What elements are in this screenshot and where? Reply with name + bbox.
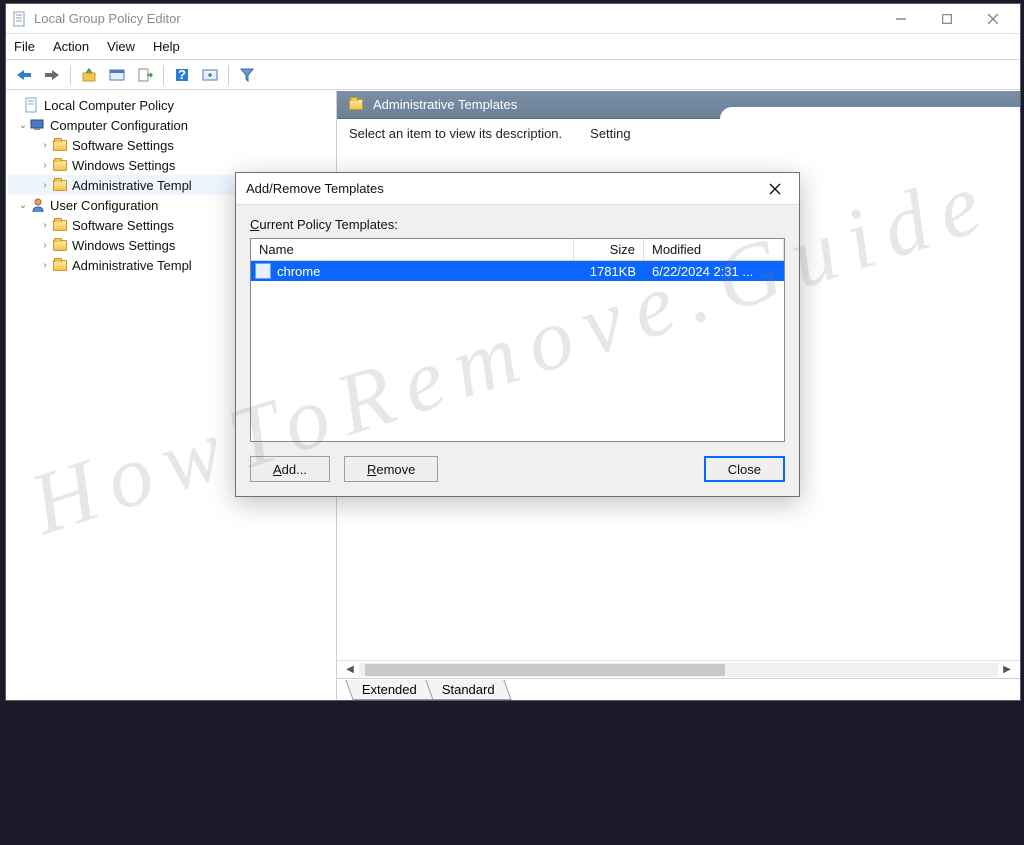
tree-label: Windows Settings — [72, 158, 175, 173]
column-modified[interactable]: Modified — [644, 239, 784, 260]
tree-label: Software Settings — [72, 138, 174, 153]
forward-button[interactable] — [40, 63, 64, 87]
app-icon — [12, 11, 28, 27]
menu-action[interactable]: Action — [53, 39, 89, 54]
toolbar-separator — [228, 65, 229, 85]
folder-icon — [52, 137, 68, 153]
close-icon — [769, 183, 781, 195]
current-templates-label: Current Policy Templates: — [250, 217, 785, 232]
expand-icon[interactable]: › — [38, 240, 52, 251]
cell-modified: 6/22/2024 2:31 ... — [644, 264, 784, 279]
maximize-button[interactable] — [924, 4, 970, 34]
export-button[interactable] — [133, 63, 157, 87]
dialog-titlebar: Add/Remove Templates — [236, 173, 799, 205]
add-remove-templates-dialog: Add/Remove Templates Current Policy Temp… — [235, 172, 800, 497]
tree-computer-config[interactable]: ⌄ Computer Configuration — [8, 115, 334, 135]
titlebar: Local Group Policy Editor — [6, 4, 1020, 34]
user-icon — [30, 197, 46, 213]
menu-view[interactable]: View — [107, 39, 135, 54]
dialog-title: Add/Remove Templates — [246, 181, 761, 196]
pane-description-row: Select an item to view its description. … — [337, 119, 1020, 147]
tree-label: Computer Configuration — [50, 118, 188, 133]
toolbar: ? — [6, 60, 1020, 90]
expand-icon[interactable]: ⌄ — [16, 120, 30, 131]
list-item[interactable]: chrome 1781KB 6/22/2024 2:31 ... — [251, 261, 784, 281]
policy-icon — [24, 97, 40, 113]
window-title: Local Group Policy Editor — [34, 11, 878, 26]
column-setting[interactable]: Setting — [590, 126, 630, 141]
dialog-body: Current Policy Templates: Name Size Modi… — [236, 205, 799, 496]
menubar: File Action View Help — [6, 34, 1020, 60]
expand-icon[interactable]: › — [38, 140, 52, 151]
tree-label: Local Computer Policy — [44, 98, 174, 113]
scroll-thumb[interactable] — [365, 664, 725, 676]
folder-icon — [52, 257, 68, 273]
minimize-button[interactable] — [878, 4, 924, 34]
cell-size: 1781KB — [574, 264, 644, 279]
column-size[interactable]: Size — [574, 239, 644, 260]
dialog-button-row: Add... Remove Close — [250, 456, 785, 482]
menu-file[interactable]: File — [14, 39, 35, 54]
menu-help[interactable]: Help — [153, 39, 180, 54]
pane-description: Select an item to view its description. — [349, 126, 562, 141]
folder-icon — [52, 177, 68, 193]
back-button[interactable] — [12, 63, 36, 87]
tree-label: Administrative Templ — [72, 258, 192, 273]
help-button[interactable]: ? — [170, 63, 194, 87]
folder-icon — [52, 217, 68, 233]
tree-comp-software[interactable]: › Software Settings — [8, 135, 334, 155]
toolbar-separator — [70, 65, 71, 85]
options-button[interactable] — [198, 63, 222, 87]
filter-button[interactable] — [235, 63, 259, 87]
horizontal-scrollbar[interactable]: ◀ ▶ — [337, 660, 1020, 678]
pane-header: Administrative Templates — [337, 91, 1020, 119]
column-name[interactable]: Name — [251, 239, 574, 260]
toolbar-separator — [163, 65, 164, 85]
tab-extended[interactable]: Extended — [345, 680, 433, 700]
properties-button[interactable] — [105, 63, 129, 87]
expand-icon[interactable]: › — [38, 220, 52, 231]
expand-icon[interactable]: ⌄ — [16, 200, 30, 211]
scroll-left-icon[interactable]: ◀ — [341, 664, 359, 675]
cell-name: chrome — [275, 264, 574, 279]
expand-icon[interactable]: › — [38, 180, 52, 191]
tree-label: Software Settings — [72, 218, 174, 233]
folder-icon — [52, 157, 68, 173]
up-button[interactable] — [77, 63, 101, 87]
tree-label: User Configuration — [50, 198, 158, 213]
pane-tabs: Extended Standard — [337, 678, 1020, 700]
dialog-close-button[interactable] — [761, 175, 789, 203]
file-icon — [255, 263, 271, 279]
tree-label: Windows Settings — [72, 238, 175, 253]
scroll-right-icon[interactable]: ▶ — [998, 664, 1016, 675]
scroll-track[interactable] — [359, 663, 998, 677]
tree-label: Administrative Templ — [72, 178, 192, 193]
templates-listbox[interactable]: Name Size Modified chrome 1781KB 6/22/20… — [250, 238, 785, 442]
expand-icon[interactable]: › — [38, 260, 52, 271]
computer-icon — [30, 117, 46, 133]
svg-text:?: ? — [178, 67, 186, 82]
tab-standard[interactable]: Standard — [425, 680, 511, 700]
add-button[interactable]: Add... — [250, 456, 330, 482]
folder-icon — [52, 237, 68, 253]
list-header: Name Size Modified — [251, 239, 784, 261]
close-dialog-button[interactable]: Close — [704, 456, 785, 482]
remove-button[interactable]: Remove — [344, 456, 438, 482]
close-button[interactable] — [970, 4, 1016, 34]
folder-icon — [349, 98, 365, 112]
expand-icon[interactable]: › — [38, 160, 52, 171]
tree-root[interactable]: Local Computer Policy — [8, 95, 334, 115]
pane-title: Administrative Templates — [373, 97, 517, 112]
